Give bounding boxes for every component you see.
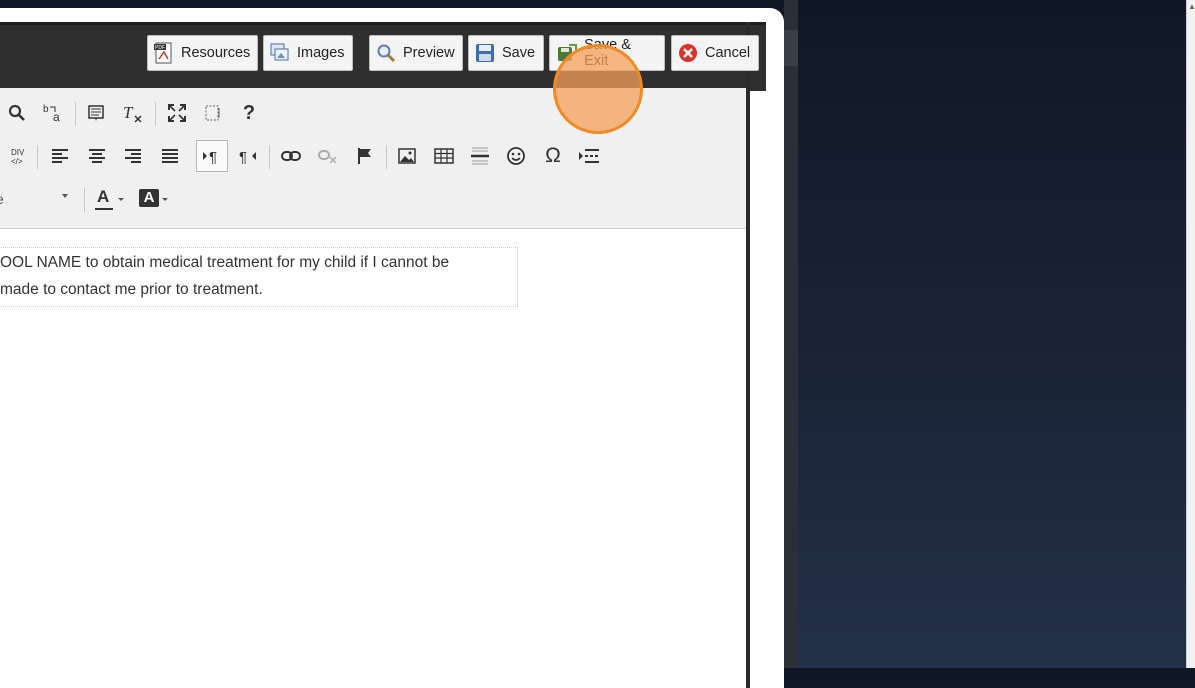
cancel-icon [678,42,698,64]
separator [155,102,156,126]
svg-text:a: a [53,110,60,123]
paragraph-line: OOL NAME to obtain medical treatment for… [0,254,450,271]
bg-color-button[interactable]: A [138,187,170,213]
maximize-icon[interactable] [164,100,190,126]
separator [269,145,270,169]
separator [37,145,38,169]
svg-text:¶: ¶ [239,149,247,164]
separator [386,145,387,169]
paragraph-line: made to contact me prior to treatment. [0,281,263,298]
preview-label: Preview [403,45,455,61]
scroll-up-arrow-icon[interactable]: ▲ [1188,2,1195,11]
special-char-icon[interactable]: Ω [540,143,566,169]
save-button[interactable]: Save [468,35,544,71]
svg-text:</>: </> [11,157,23,166]
cancel-label: Cancel [705,45,751,61]
content-paragraph-block[interactable]: OOL NAME to obtain medical treatment for… [0,247,518,307]
dropdown-arrow-icon [118,198,124,201]
font-size-value: e [0,191,4,207]
templates-icon[interactable] [83,100,109,126]
rtl-icon[interactable]: ¶ [235,143,261,169]
replace-icon[interactable]: ba [40,100,66,126]
ltr-icon[interactable]: ¶ [196,140,228,172]
anchor-icon[interactable] [352,143,378,169]
separator [75,102,76,126]
images-label: Images [297,45,345,61]
horizontal-line-icon[interactable] [467,143,493,169]
preview-button[interactable]: Preview [369,35,463,71]
text-color-glyph: A [97,187,110,206]
div-container-icon[interactable]: DIV </> [6,143,32,169]
resources-label: Resources [181,45,251,61]
svg-text:T: T [123,103,134,122]
editor-dialog: PDF Resources Images Preview Save Save &… [0,8,784,688]
image-icon[interactable] [394,143,420,169]
cancel-button[interactable]: Cancel [671,35,759,71]
magnifier-icon [376,42,396,64]
dialog-right-edge [746,22,750,688]
images-icon [270,42,290,64]
bg-color-glyph: A [139,189,159,207]
dropdown-arrow-icon [62,194,68,198]
link-icon[interactable] [278,143,304,169]
svg-text:b: b [43,104,49,115]
resources-button[interactable]: PDF Resources [147,35,258,71]
find-icon[interactable] [4,100,30,126]
unlink-icon[interactable] [315,143,341,169]
page-scrollbar[interactable]: ▲ [1186,0,1195,668]
svg-text:¶: ¶ [209,149,217,164]
page-break-icon[interactable] [576,143,602,169]
font-size-select[interactable]: e [0,188,72,212]
svg-text:DIV: DIV [11,148,25,157]
remove-format-icon[interactable]: T [120,100,146,126]
images-button[interactable]: Images [263,35,353,71]
align-right-icon[interactable] [120,143,146,169]
table-icon[interactable] [431,143,457,169]
smiley-icon[interactable] [503,143,529,169]
align-center-icon[interactable] [84,143,110,169]
save-label: Save [502,45,536,61]
pdf-icon: PDF [154,42,174,64]
align-left-icon[interactable] [47,143,73,169]
dropdown-arrow-icon [162,198,168,201]
text-color-button[interactable]: A [94,187,126,213]
separator [84,188,85,212]
click-indicator [553,44,643,134]
text-color-swatch [95,208,113,210]
svg-text:PDF: PDF [155,45,165,51]
floppy-disk-icon [475,42,495,64]
show-blocks-icon[interactable] [200,100,226,126]
justify-icon[interactable] [157,143,183,169]
help-icon[interactable]: ? [236,100,262,126]
backdrop-strip-top [784,30,798,66]
backdrop-strip [784,0,798,668]
